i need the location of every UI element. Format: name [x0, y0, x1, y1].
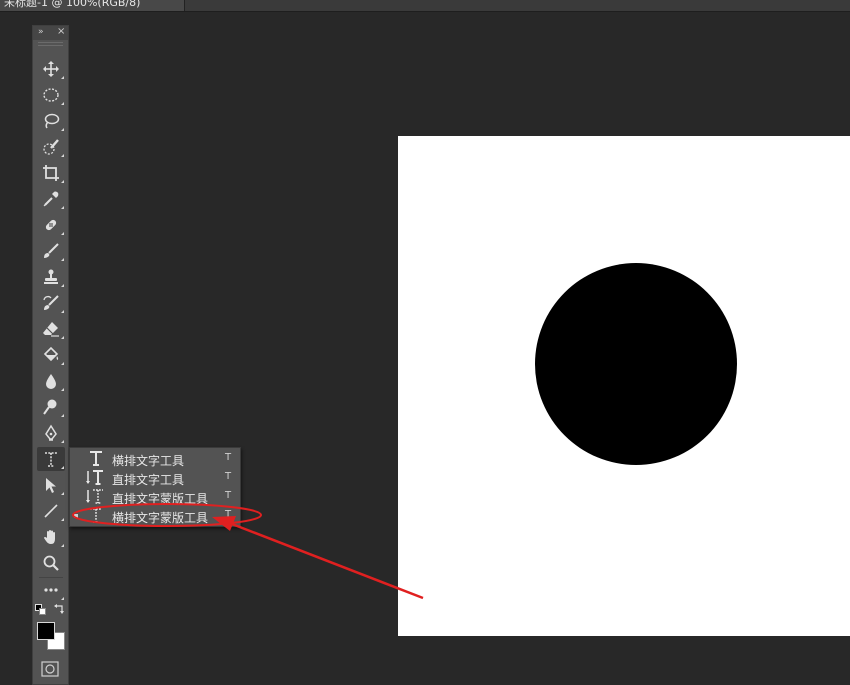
crop-icon: [43, 165, 59, 181]
vertical-type-icon: [86, 470, 103, 485]
quick-mask-icon[interactable]: [41, 660, 59, 678]
menu-item-vertical-type-mask[interactable]: 直排文字蒙版工具 T: [70, 487, 240, 506]
tool-more[interactable]: [37, 578, 65, 602]
document-tab-title: 未标题-1 @ 100%(RGB/8): [4, 0, 141, 9]
blur-icon: [46, 374, 56, 389]
history-brush-icon: [43, 295, 59, 310]
document-canvas[interactable]: [398, 136, 850, 636]
menu-item-label: 横排文字工具: [112, 454, 185, 468]
panel-grip[interactable]: [38, 42, 63, 46]
menu-item-horizontal-type-mask[interactable]: 横排文字蒙版工具 T: [70, 506, 240, 525]
paint-bucket-icon: [43, 346, 59, 362]
collapse-panel-icon[interactable]: »: [38, 27, 43, 37]
quick-selection-icon: [43, 139, 59, 155]
tool-type-mask[interactable]: [37, 447, 65, 471]
tool-paint-bucket[interactable]: [37, 343, 65, 367]
type-mask-icon: [45, 452, 57, 467]
move-icon: [43, 61, 59, 77]
document-tab[interactable]: 未标题-1 @ 100%(RGB/8): [0, 0, 185, 11]
foreground-color-swatch[interactable]: [37, 622, 55, 640]
tool-path-selection[interactable]: [37, 473, 65, 497]
menu-item-label: 直排文字工具: [112, 473, 185, 487]
tool-spot-healing[interactable]: [37, 213, 65, 237]
zoom-icon: [43, 555, 59, 571]
tool-blur[interactable]: [37, 369, 65, 393]
elliptical-marquee-icon: [43, 88, 59, 102]
tool-history-brush[interactable]: [37, 291, 65, 315]
brush-icon: [44, 243, 59, 258]
more-tools-icon: [44, 588, 58, 592]
tool-pen[interactable]: [37, 421, 65, 445]
annotation-arrow-line: [231, 522, 424, 600]
type-tool-flyout-menu: 横排文字工具 T 直排文字工具 T 直排文字蒙版工具 T 横排文字蒙版工具 T: [69, 447, 241, 527]
menu-item-label: 横排文字蒙版工具: [112, 511, 209, 525]
tool-line[interactable]: [37, 499, 65, 523]
document-tab-bar: 未标题-1 @ 100%(RGB/8): [0, 0, 850, 12]
pen-icon: [45, 424, 57, 441]
tool-hand[interactable]: [37, 525, 65, 549]
eraser-icon: [43, 322, 59, 337]
tool-eyedropper[interactable]: [37, 187, 65, 211]
tools-panel: » ×: [32, 25, 69, 685]
menu-item-horizontal-type[interactable]: 横排文字工具 T: [70, 449, 240, 468]
dodge-icon: [43, 399, 57, 415]
black-circle-shape: [535, 263, 737, 465]
default-colors-icon[interactable]: [35, 604, 47, 616]
clone-stamp-icon: [44, 269, 58, 284]
spot-healing-icon: [45, 219, 57, 231]
horizontal-type-icon: [90, 451, 102, 466]
menu-item-shortcut: T: [225, 452, 232, 463]
menu-item-shortcut: T: [225, 509, 232, 520]
path-selection-icon: [46, 478, 56, 493]
close-panel-icon[interactable]: ×: [57, 26, 65, 37]
swap-colors-icon[interactable]: [53, 603, 65, 615]
tool-eraser[interactable]: [37, 317, 65, 341]
eyedropper-icon: [43, 191, 59, 207]
tool-elliptical-marquee[interactable]: [37, 83, 65, 107]
menu-item-label: 直排文字蒙版工具: [112, 492, 209, 506]
tool-brush[interactable]: [37, 239, 65, 263]
tool-zoom[interactable]: [37, 551, 65, 575]
menu-item-shortcut: T: [225, 471, 232, 482]
menu-item-vertical-type[interactable]: 直排文字工具 T: [70, 468, 240, 487]
selected-indicator: [74, 514, 78, 518]
tool-lasso[interactable]: [37, 109, 65, 133]
tool-clone-stamp[interactable]: [37, 265, 65, 289]
menu-item-shortcut: T: [225, 490, 232, 501]
tool-crop[interactable]: [37, 161, 65, 185]
tool-move[interactable]: [37, 57, 65, 81]
tools-panel-header[interactable]: » ×: [33, 26, 68, 40]
tool-quick-selection[interactable]: [37, 135, 65, 159]
line-icon: [44, 504, 58, 518]
vertical-type-mask-icon: [86, 489, 103, 504]
horizontal-type-mask-icon: [90, 508, 102, 523]
hand-icon: [44, 530, 55, 544]
tool-dodge[interactable]: [37, 395, 65, 419]
lasso-icon: [44, 113, 60, 129]
